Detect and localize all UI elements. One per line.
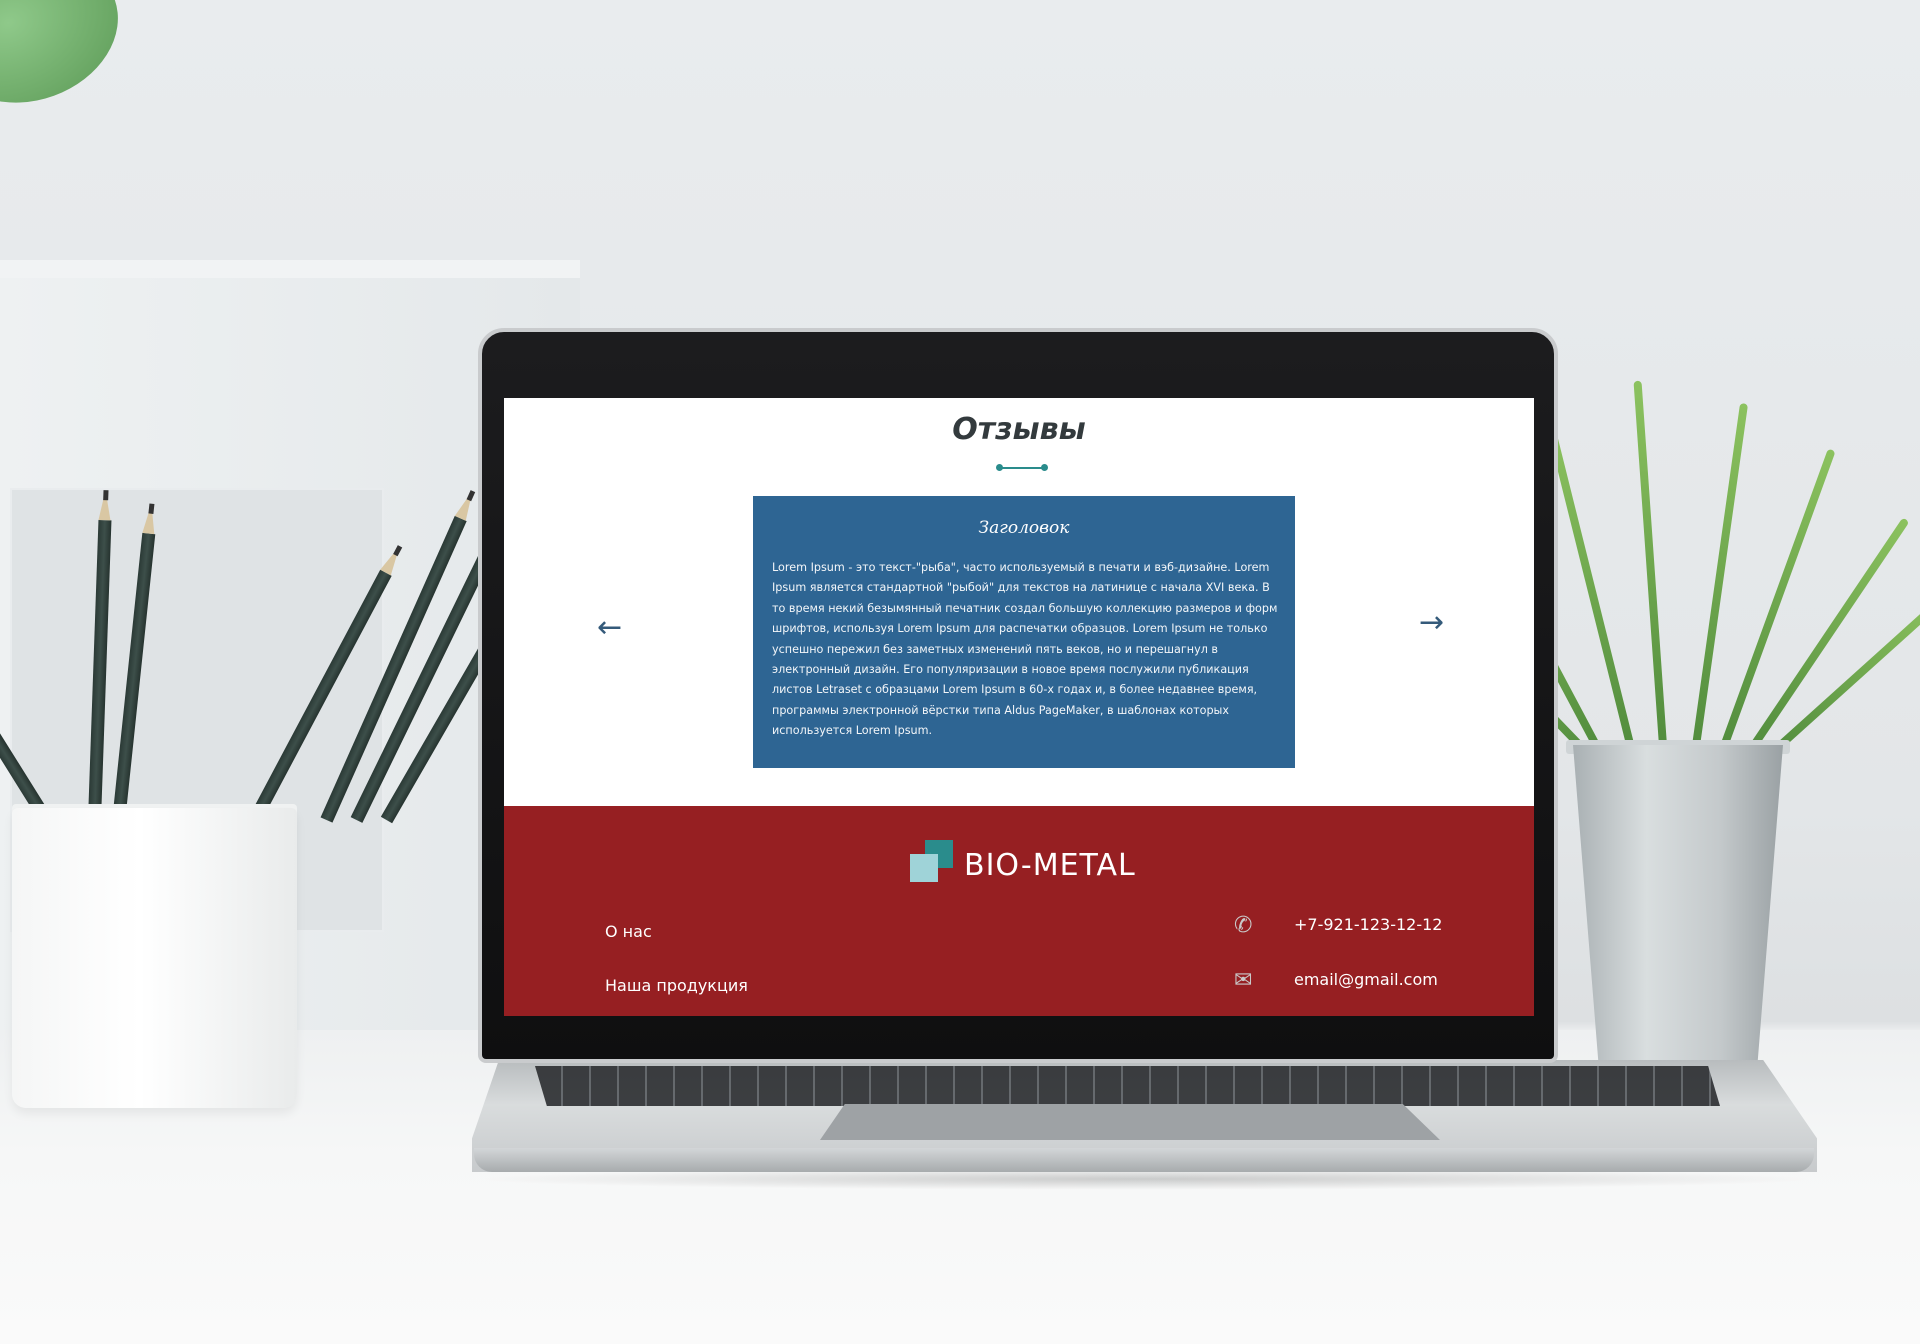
laptop-screen: Отзывы ← Заголовок Lorem Ipsum - это тек… xyxy=(504,398,1534,1016)
plant-pot xyxy=(1573,745,1783,1060)
laptop-base-front xyxy=(474,1148,1814,1172)
review-card-title: Заголовок xyxy=(978,518,1070,538)
envelope-icon: ✉ xyxy=(1234,968,1253,993)
arrow-left-icon[interactable]: ← xyxy=(597,610,622,645)
review-card: Заголовок Lorem Ipsum - это текст-"рыба"… xyxy=(753,496,1295,768)
logo-square-light xyxy=(910,854,938,882)
plant-blade xyxy=(1547,429,1638,761)
review-card-text: Lorem Ipsum - это текст-"рыба", часто ис… xyxy=(772,561,1278,738)
pencil-cup xyxy=(12,808,297,1108)
brand-name[interactable]: BIO-METAL xyxy=(964,848,1136,883)
footer-phone[interactable]: +7-921-123-12-12 xyxy=(1294,915,1442,934)
site-footer: BIO-METAL О нас Наша продукция ✆ +7-921-… xyxy=(504,806,1534,1016)
reviews-title: Отзывы xyxy=(952,412,1086,447)
footer-link-about[interactable]: О нас xyxy=(605,922,652,941)
footer-link-products[interactable]: Наша продукция xyxy=(605,976,748,995)
plant-blade xyxy=(1633,380,1668,761)
laptop-keyboard xyxy=(535,1066,1720,1106)
arrow-right-icon[interactable]: → xyxy=(1419,605,1444,640)
photo-background: Отзывы ← Заголовок Lorem Ipsum - это тек… xyxy=(0,0,1920,1344)
laptop-trackpad xyxy=(820,1104,1440,1140)
title-divider xyxy=(996,464,1048,471)
logo-icon[interactable] xyxy=(907,840,967,886)
phone-icon: ✆ xyxy=(1234,913,1253,938)
plant-leaf xyxy=(0,0,139,127)
footer-email[interactable]: email@gmail.com xyxy=(1294,970,1438,989)
